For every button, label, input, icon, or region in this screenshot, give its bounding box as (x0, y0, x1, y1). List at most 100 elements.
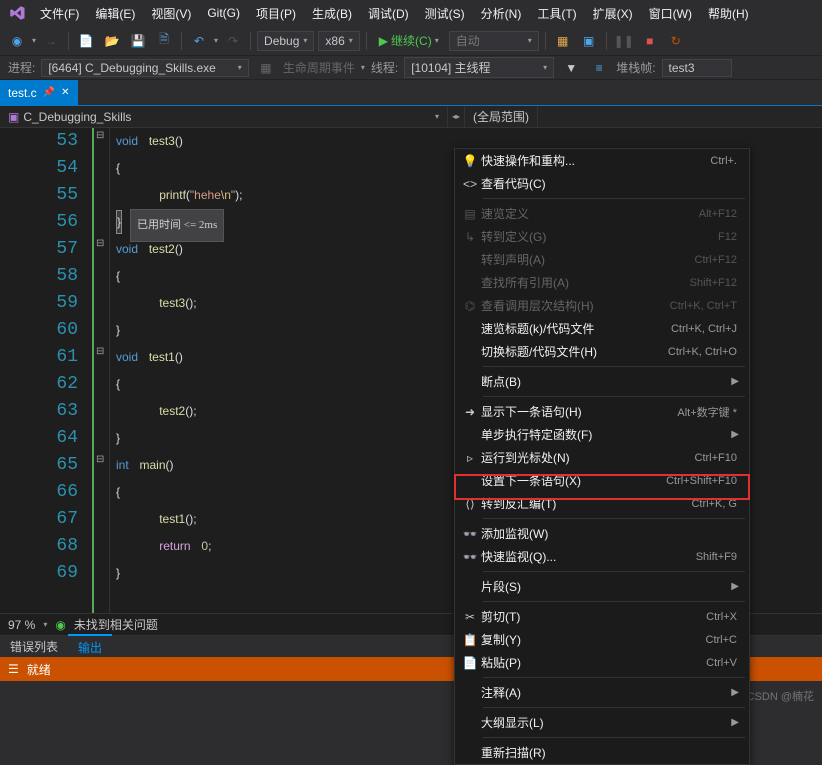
menu-edit[interactable]: 编辑(E) (89, 2, 141, 25)
zoom-control[interactable]: 97 % (8, 618, 35, 632)
menu-shortcut: Alt+数字键 * (677, 404, 741, 420)
restart-icon[interactable]: ↻ (665, 30, 687, 52)
menu-build[interactable]: 生成(B) (306, 2, 358, 25)
stop-icon[interactable]: ■ (639, 30, 661, 52)
stack-label: 堆栈帧: (616, 59, 655, 76)
redo-icon[interactable]: ↷ (222, 30, 244, 52)
menu-shortcut: Ctrl+Shift+F10 (666, 475, 741, 487)
lifecycle-label: 生命周期事件 (283, 59, 355, 76)
project-icon: ▣ (8, 110, 19, 124)
menu-shortcut: Ctrl+K, G (691, 498, 741, 510)
new-file-icon[interactable]: 📄 (75, 30, 97, 52)
bulb-icon: 💡 (459, 154, 481, 168)
save-icon[interactable]: 💾 (127, 30, 149, 52)
perf-tooltip: 已用时间 <= 2ms (130, 209, 224, 242)
issues-icon: ◉ (55, 618, 65, 632)
submenu-arrow-icon: ▶ (731, 687, 741, 698)
tab-output[interactable]: 输出 (68, 634, 112, 659)
back-dd[interactable]: ▾ (32, 36, 36, 45)
menu-item[interactable]: 单步执行特定函数(F)▶ (455, 423, 749, 446)
menu-item[interactable]: 注释(A)▶ (455, 681, 749, 704)
threads-icon[interactable]: ≡ (588, 57, 610, 79)
nav-sep[interactable]: ◂▸ (448, 106, 465, 127)
menu-analyze[interactable]: 分析(N) (475, 2, 528, 25)
continue-button[interactable]: ▶ 继续(C) ▾ (373, 31, 445, 50)
peek-icon: ▤ (459, 207, 481, 221)
back-icon[interactable]: ◉ (6, 30, 28, 52)
menu-tools[interactable]: 工具(T) (531, 2, 582, 25)
menu-item[interactable]: ⟨⟩转到反汇编(T)Ctrl+K, G (455, 492, 749, 515)
menu-item[interactable]: ✂剪切(T)Ctrl+X (455, 605, 749, 628)
menu-item[interactable]: 大纲显示(L)▶ (455, 711, 749, 734)
menu-label: 快速监视(Q)... (481, 548, 696, 565)
tab-errors[interactable]: 错误列表 (0, 635, 68, 658)
menu-label: 查看代码(C) (481, 175, 741, 192)
thread-dropdown[interactable]: [10104] 主线程▾ (404, 57, 554, 78)
menu-item[interactable]: 📋复制(Y)Ctrl+C (455, 628, 749, 651)
menu-label: 查找所有引用(A) (481, 274, 690, 291)
menu-window[interactable]: 窗口(W) (643, 2, 698, 25)
menu-item[interactable]: ▹运行到光标处(N)Ctrl+F10 (455, 446, 749, 469)
menu-separator (483, 707, 745, 708)
undo-icon[interactable]: ↶ (188, 30, 210, 52)
menu-item[interactable]: 速览标题(k)/代码文件Ctrl+K, Ctrl+J (455, 317, 749, 340)
menu-item[interactable]: 断点(B)▶ (455, 370, 749, 393)
menu-item[interactable]: 👓添加监视(W) (455, 522, 749, 545)
menu-item[interactable]: 👓快速监视(Q)...Shift+F9 (455, 545, 749, 568)
menu-label: 剪切(T) (481, 608, 706, 625)
highlight-icon[interactable]: ▦ (552, 30, 574, 52)
menu-extensions[interactable]: 扩展(X) (587, 2, 639, 25)
menu-view[interactable]: 视图(V) (145, 2, 197, 25)
watch-icon: 👓 (459, 527, 481, 541)
filter-icon[interactable]: ▼ (560, 57, 582, 79)
menu-item[interactable]: 📄粘贴(P)Ctrl+V (455, 651, 749, 674)
menu-debug[interactable]: 调试(D) (362, 2, 415, 25)
menu-label: 转到反汇编(T) (481, 495, 691, 512)
pin-icon[interactable]: 📌 (43, 87, 55, 98)
menu-separator (483, 677, 745, 678)
menu-file[interactable]: 文件(F) (34, 2, 85, 25)
pause-icon[interactable]: ❚❚ (613, 30, 635, 52)
menu-item[interactable]: <>查看代码(C) (455, 172, 749, 195)
menu-item[interactable]: ➜显示下一条语句(H)Alt+数字键 * (455, 400, 749, 423)
hier-icon: ⌬ (459, 299, 481, 313)
status-icon: ☰ (8, 662, 19, 676)
menu-test[interactable]: 测试(S) (419, 2, 471, 25)
close-icon[interactable]: ✕ (61, 87, 69, 98)
process-dropdown[interactable]: [6464] C_Debugging_Skills.exe▾ (41, 59, 248, 77)
menu-label: 复制(Y) (481, 631, 706, 648)
fold-icon[interactable]: ⊟ (96, 454, 104, 465)
platform-combo[interactable]: x86▾ (318, 31, 359, 51)
menu-shortcut: Shift+F12 (690, 277, 741, 289)
menu-item[interactable]: 重新扫描(R) (455, 741, 749, 764)
tab-test-c[interactable]: test.c 📌 ✕ (0, 80, 78, 106)
stack-dropdown[interactable]: test3 (662, 59, 732, 77)
fold-column[interactable]: ⊟ ⊟ ⊟ ⊟ (92, 128, 110, 613)
save-all-icon[interactable]: 🗎 (153, 30, 175, 52)
project-nav[interactable]: ▣C_Debugging_Skills▾ (0, 106, 448, 127)
goto-icon: ↳ (459, 230, 481, 244)
menu-git[interactable]: Git(G) (201, 3, 246, 23)
selection-icon[interactable]: ▣ (578, 30, 600, 52)
fold-icon[interactable]: ⊟ (96, 238, 104, 249)
code-icon: <> (459, 177, 481, 191)
scope-nav[interactable]: (全局范围) (465, 106, 538, 127)
paste-icon: 📄 (459, 656, 481, 670)
auto-combo[interactable]: 自动▾ (449, 31, 539, 51)
menu-label: 重新扫描(R) (481, 744, 741, 761)
navigation-bar: ▣C_Debugging_Skills▾ ◂▸ (全局范围) (0, 106, 822, 128)
menu-project[interactable]: 项目(P) (250, 2, 302, 25)
menu-item[interactable]: 切换标题/代码文件(H)Ctrl+K, Ctrl+O (455, 340, 749, 363)
open-icon[interactable]: 📂 (101, 30, 123, 52)
menu-help[interactable]: 帮助(H) (702, 2, 755, 25)
menu-label: 快速操作和重构... (481, 152, 710, 169)
fold-icon[interactable]: ⊟ (96, 130, 104, 141)
menu-item[interactable]: 设置下一条语句(X)Ctrl+Shift+F10 (455, 469, 749, 492)
lifecycle-icon[interactable]: ▦ (255, 57, 277, 79)
cut-icon: ✂ (459, 610, 481, 624)
config-combo[interactable]: Debug▾ (257, 31, 314, 51)
fold-icon[interactable]: ⊟ (96, 346, 104, 357)
menu-item[interactable]: 💡快速操作和重构...Ctrl+. (455, 149, 749, 172)
forward-icon[interactable]: → (40, 30, 62, 52)
menu-item[interactable]: 片段(S)▶ (455, 575, 749, 598)
